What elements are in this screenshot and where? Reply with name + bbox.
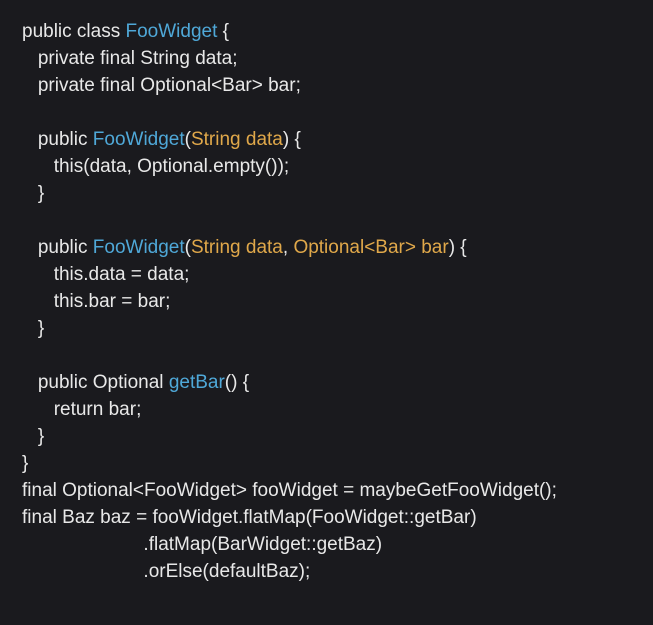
- token-keyword: final: [22, 480, 62, 501]
- token-keyword: this: [54, 291, 84, 312]
- token-type: FooWidget: [126, 21, 218, 42]
- token-type: FooWidget: [93, 129, 185, 150]
- token-keyword: public class: [22, 21, 126, 42]
- token-param: String data: [191, 129, 283, 150]
- token-plain: ) {: [449, 237, 467, 258]
- code-line: private final String data;: [22, 48, 237, 69]
- code-line: this.bar = bar;: [22, 291, 170, 312]
- token-plain: .data = data;: [83, 264, 189, 285]
- token-plain: (data, Optional.empty());: [83, 156, 289, 177]
- token-plain: bar;: [109, 399, 142, 420]
- token-plain: Optional<Bar> bar;: [140, 75, 301, 96]
- code-line: return bar;: [22, 399, 141, 420]
- token-keyword: return: [54, 399, 109, 420]
- code-line: public FooWidget(String data) {: [22, 129, 301, 150]
- token-keyword: this: [54, 264, 84, 285]
- token-param: Optional<Bar> bar: [293, 237, 448, 258]
- code-line: private final Optional<Bar> bar;: [22, 75, 301, 96]
- code-line: this.data = data;: [22, 264, 189, 285]
- token-plain: Baz baz = fooWidget.flatMap(FooWidget::g…: [62, 507, 477, 528]
- token-plain: }: [22, 453, 28, 474]
- token-keyword: private final: [38, 75, 140, 96]
- token-plain: .orElse(defaultBaz);: [143, 561, 310, 582]
- token-keyword: final: [22, 507, 62, 528]
- token-method: getBar: [169, 372, 225, 393]
- code-line: }: [22, 453, 28, 474]
- code-block: public class FooWidget { private final S…: [0, 0, 653, 585]
- token-plain: Optional: [93, 372, 169, 393]
- code-line: public FooWidget(String data, Optional<B…: [22, 237, 467, 258]
- token-plain: () {: [225, 372, 249, 393]
- code-line: .flatMap(BarWidget::getBaz): [22, 534, 382, 555]
- code-line: }: [22, 426, 44, 447]
- token-plain: String data;: [140, 48, 237, 69]
- code-line: final Optional<FooWidget> fooWidget = ma…: [22, 480, 557, 501]
- token-plain: .bar = bar;: [83, 291, 170, 312]
- token-keyword: public: [38, 237, 93, 258]
- code-line: .orElse(defaultBaz);: [22, 561, 310, 582]
- code-line: }: [22, 318, 44, 339]
- code-line: public class FooWidget {: [22, 21, 229, 42]
- token-keyword: private final: [38, 48, 140, 69]
- code-line: }: [22, 183, 44, 204]
- token-plain: {: [217, 21, 229, 42]
- token-plain: Optional<FooWidget> fooWidget = maybeGet…: [62, 480, 557, 501]
- code-line: this(data, Optional.empty());: [22, 156, 289, 177]
- token-plain: ) {: [283, 129, 301, 150]
- token-keyword: public: [38, 129, 93, 150]
- token-param: String data: [191, 237, 283, 258]
- token-plain: }: [38, 183, 44, 204]
- token-keyword: this: [54, 156, 84, 177]
- token-type: FooWidget: [93, 237, 185, 258]
- code-line: public Optional getBar() {: [22, 372, 249, 393]
- token-plain: ,: [283, 237, 294, 258]
- code-line: final Baz baz = fooWidget.flatMap(FooWid…: [22, 507, 477, 528]
- token-plain: }: [38, 318, 44, 339]
- token-plain: .flatMap(BarWidget::getBaz): [143, 534, 382, 555]
- token-keyword: public: [38, 372, 93, 393]
- token-plain: }: [38, 426, 44, 447]
